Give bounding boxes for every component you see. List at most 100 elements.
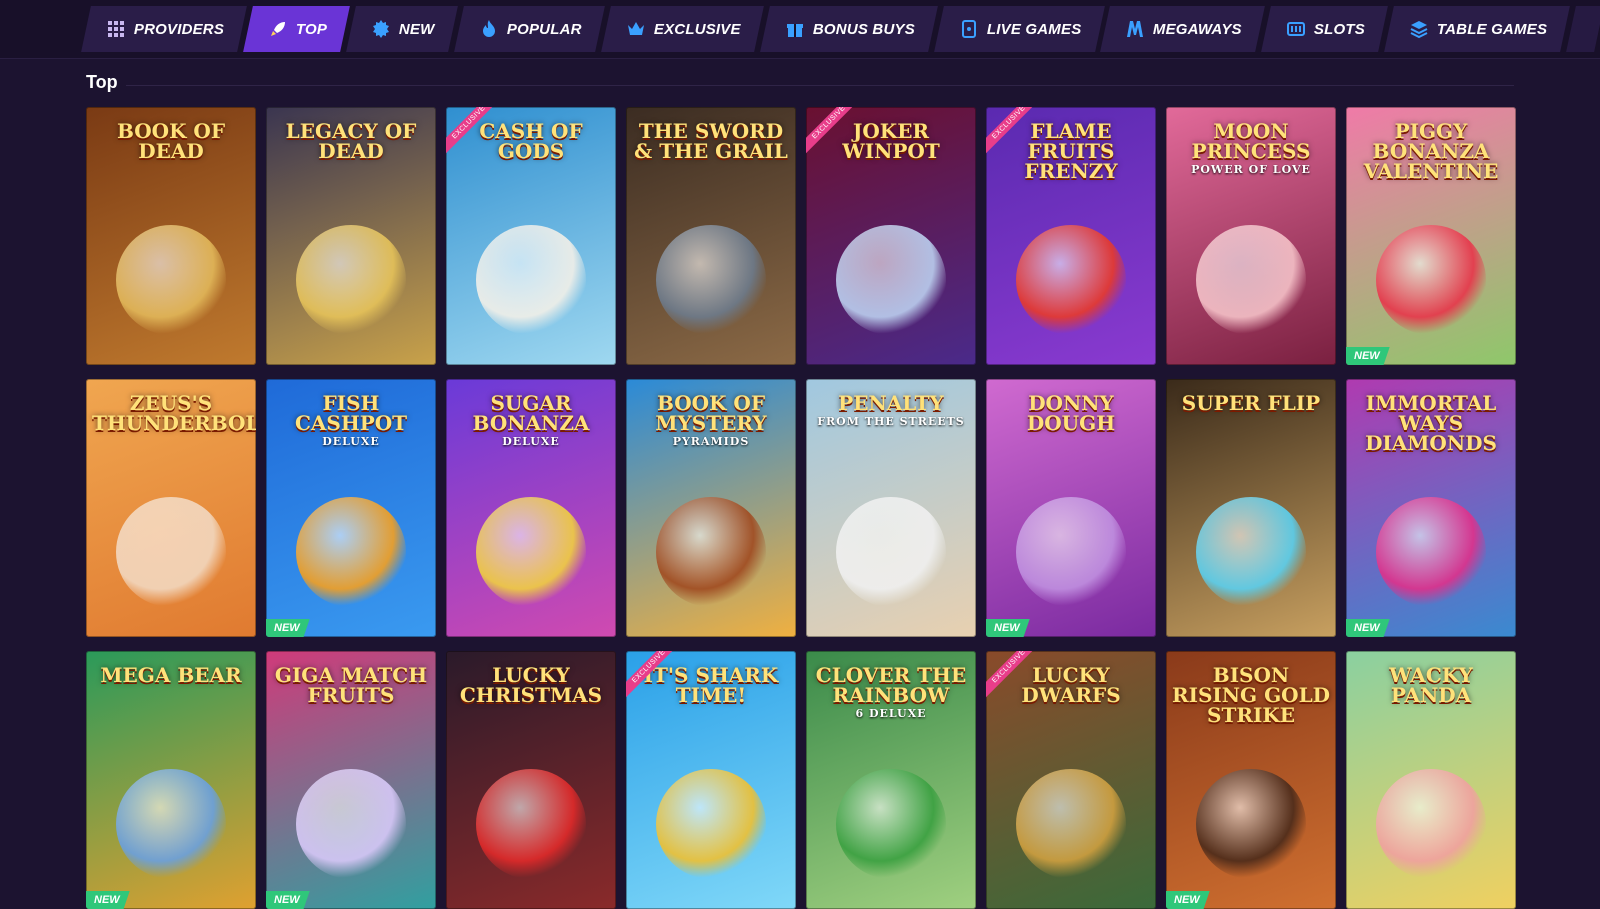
game-card[interactable]: Donny Dough NEW: [986, 379, 1156, 637]
tab-label: EXCLUSIVE: [653, 20, 741, 38]
game-artwork: [656, 225, 766, 335]
tab-label: PROVIDERS: [134, 20, 225, 38]
game-artwork: [1016, 225, 1126, 335]
game-title: Sugar Bonanza Deluxe: [452, 393, 610, 447]
crown-icon: [626, 19, 646, 39]
new-badge: NEW: [1346, 347, 1390, 365]
game-subtitle: Deluxe: [502, 435, 560, 448]
game-subtitle: Power of Love: [1191, 163, 1311, 176]
tab-label: SLOTS: [1313, 20, 1365, 38]
game-artwork: [836, 225, 946, 335]
game-subtitle: 6 Deluxe: [855, 707, 927, 720]
tab-live-games[interactable]: LIVE GAMES: [933, 6, 1104, 52]
game-title: Bison Rising Gold Strike: [1172, 663, 1331, 727]
game-artwork: [1376, 225, 1486, 335]
game-card[interactable]: Moon Princess Power of Love: [1166, 107, 1336, 365]
game-title: Piggy Bonanza Valentine: [1363, 119, 1499, 183]
game-title: Book of Dead: [116, 119, 226, 163]
tab-top[interactable]: TOP: [243, 6, 351, 52]
games-grid: Book of Dead Legacy of Dead Cash of Gods EX…: [86, 107, 1516, 909]
game-subtitle: Deluxe: [322, 435, 380, 448]
game-card[interactable]: Mega Bear NEW: [86, 651, 256, 909]
rocket-icon: [268, 19, 288, 39]
category-tabs: PROVIDERS TOP NEW POPULAR EXCLUSIVE BONUS BUY…: [81, 6, 1600, 52]
new-badge: NEW: [266, 619, 310, 637]
game-artwork: [296, 225, 406, 335]
tab-label: POPULAR: [506, 20, 582, 38]
game-card[interactable]: Joker Winpot EXCLUSIVE: [806, 107, 976, 365]
game-card[interactable]: Book of Mystery Pyramids: [626, 379, 796, 637]
game-card[interactable]: Giga Match Fruits NEW: [266, 651, 436, 909]
game-card[interactable]: Piggy Bonanza Valentine NEW: [1346, 107, 1516, 365]
game-artwork: [1376, 769, 1486, 879]
game-card[interactable]: Fish Cashpot Deluxe NEW: [266, 379, 436, 637]
game-artwork: [1376, 497, 1486, 607]
game-subtitle: From the Streets: [817, 415, 965, 428]
game-artwork: [476, 769, 586, 879]
game-card[interactable]: Clover the Rainbow 6 Deluxe: [806, 651, 976, 909]
tab-bonus-buys[interactable]: BONUS BUYS: [759, 6, 938, 52]
game-card[interactable]: Cash of Gods EXCLUSIVE: [446, 107, 616, 365]
live-card-icon: [959, 19, 979, 39]
game-card[interactable]: Flame Fruits Frenzy EXCLUSIVE: [986, 107, 1156, 365]
game-card[interactable]: Book of Dead: [86, 107, 256, 365]
game-artwork: [836, 497, 946, 607]
tabs-scroll-stub[interactable]: [1566, 6, 1600, 52]
game-artwork: [476, 497, 586, 607]
game-card[interactable]: Legacy of Dead: [266, 107, 436, 365]
tab-popular[interactable]: POPULAR: [454, 6, 605, 52]
game-artwork: [116, 769, 226, 879]
megaways-icon: [1125, 19, 1145, 39]
tab-table-games[interactable]: TABLE GAMES: [1384, 6, 1571, 52]
game-title: Zeus's Thunderbolt: [92, 391, 256, 435]
game-title: Clover the Rainbow 6 Deluxe: [812, 665, 970, 719]
game-title: Mega Bear: [100, 663, 242, 687]
game-artwork: [116, 225, 226, 335]
new-badge: NEW: [1346, 619, 1390, 637]
game-artwork: [1196, 225, 1306, 335]
layers-icon: [1409, 19, 1429, 39]
new-badge: NEW: [986, 619, 1030, 637]
game-card[interactable]: Zeus's Thunderbolt: [86, 379, 256, 637]
section-divider: [126, 85, 1514, 86]
game-card[interactable]: Super Flip: [1166, 379, 1336, 637]
game-card[interactable]: Lucky Dwarfs EXCLUSIVE: [986, 651, 1156, 909]
game-title: Penalty From the Streets: [812, 393, 970, 427]
slot-machine-icon: [1286, 19, 1306, 39]
game-title: Moon Princess Power of Love: [1172, 121, 1330, 175]
game-card[interactable]: The Sword & the Grail: [626, 107, 796, 365]
game-card[interactable]: It's Shark Time! EXCLUSIVE: [626, 651, 796, 909]
new-badge: NEW: [266, 891, 310, 909]
game-card[interactable]: Bison Rising Gold Strike NEW: [1166, 651, 1336, 909]
game-card[interactable]: Immortal Ways Diamonds NEW: [1346, 379, 1516, 637]
tab-exclusive[interactable]: EXCLUSIVE: [600, 6, 764, 52]
game-artwork: [296, 769, 406, 879]
game-title: Book of Mystery Pyramids: [632, 393, 790, 447]
game-title: Fish Cashpot Deluxe: [272, 393, 430, 447]
game-title: Wacky Panda: [1389, 663, 1473, 707]
tab-slots[interactable]: SLOTS: [1261, 6, 1388, 52]
game-subtitle: Pyramids: [672, 435, 750, 448]
tab-providers[interactable]: PROVIDERS: [81, 6, 248, 52]
game-artwork: [656, 769, 766, 879]
tab-megaways[interactable]: MEGAWAYS: [1100, 6, 1265, 52]
game-title: Donny Dough: [1026, 391, 1116, 435]
gift-icon: [785, 19, 805, 39]
category-navbar: PROVIDERS TOP NEW POPULAR EXCLUSIVE BONUS BUY…: [0, 0, 1600, 59]
game-card[interactable]: Sugar Bonanza Deluxe: [446, 379, 616, 637]
grid-icon: [106, 19, 126, 39]
tab-new[interactable]: NEW: [346, 6, 458, 52]
game-title: Legacy of Dead: [285, 119, 417, 163]
section-title: Top: [86, 72, 118, 92]
game-card[interactable]: Penalty From the Streets: [806, 379, 976, 637]
flame-icon: [479, 19, 499, 39]
game-artwork: [1196, 769, 1306, 879]
game-artwork: [836, 769, 946, 879]
game-artwork: [476, 225, 586, 335]
game-title: The Sword & the Grail: [634, 119, 788, 163]
game-artwork: [116, 497, 226, 607]
game-card[interactable]: Wacky Panda: [1346, 651, 1516, 909]
game-title: Immortal Ways Diamonds: [1365, 391, 1497, 455]
game-card[interactable]: Lucky Christmas: [446, 651, 616, 909]
game-title: Cash of Gods: [479, 119, 583, 163]
